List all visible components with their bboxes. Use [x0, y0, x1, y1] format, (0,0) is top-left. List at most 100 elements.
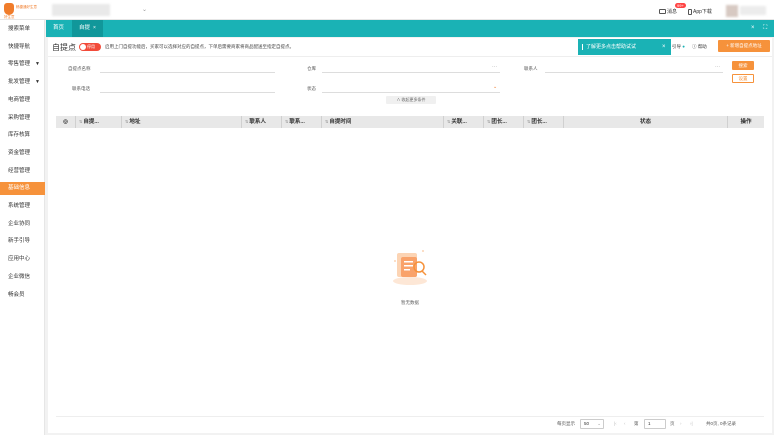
- column-header[interactable]: ⇅团长...: [524, 116, 564, 128]
- sidebar-item[interactable]: 电商管理: [0, 94, 45, 107]
- messages-badge: 99+: [675, 3, 686, 8]
- sidebar-item[interactable]: 搜索菜单: [0, 23, 45, 36]
- close-all-icon[interactable]: ×: [751, 20, 755, 37]
- add-pickup-button[interactable]: + 新增自提点地址: [718, 40, 770, 52]
- sidebar-item[interactable]: 经营管理: [0, 165, 45, 178]
- sidebar-item[interactable]: 企业协同: [0, 218, 45, 231]
- column-label: 团长...: [531, 119, 547, 125]
- divider: [56, 416, 764, 417]
- per-page-select[interactable]: 50 ⌄: [580, 419, 604, 429]
- sidebar-item[interactable]: 采购管理: [0, 112, 45, 125]
- chevron-down-icon[interactable]: ⌄: [493, 84, 497, 90]
- help-icon: ⓘ: [692, 44, 697, 49]
- sort-icon: ⇅: [245, 119, 249, 124]
- sidebar-item[interactable]: 零售管理 ▼: [0, 58, 45, 71]
- close-icon[interactable]: ×: [662, 39, 666, 55]
- sidebar-item-label: 电商管理: [8, 96, 31, 103]
- sidebar-item-label: 企业协同: [8, 220, 31, 227]
- logo[interactable]: 畅捷通好生意 好生意: [2, 1, 46, 19]
- sort-icon: ⇅: [285, 119, 289, 124]
- sidebar-item[interactable]: 批发管理 ▼: [0, 76, 45, 89]
- main-panel: 自提点 停用 启用上门自提功能后，买家可以选择对应的自提点，下单后需要商家将商品…: [48, 38, 772, 433]
- collapse-conditions-button[interactable]: ∧ 收起更多条件: [386, 96, 436, 104]
- column-label: 地址: [129, 119, 141, 125]
- column-header[interactable]: ⇅团长...: [484, 116, 524, 128]
- prev-page-icon[interactable]: ‹: [624, 421, 626, 426]
- enable-toggle[interactable]: 停用: [79, 43, 101, 51]
- avatar[interactable]: [726, 5, 738, 17]
- page-number-input[interactable]: 1: [644, 419, 666, 429]
- column-header[interactable]: ⇅联系人: [242, 116, 282, 128]
- phone-label: 联系电话: [72, 86, 90, 91]
- tab-pickup[interactable]: 自提 ×: [72, 20, 103, 37]
- phone-input[interactable]: [100, 85, 275, 93]
- page-suffix: 页: [670, 421, 675, 426]
- more-icon[interactable]: ···: [492, 64, 497, 70]
- phone-icon: [688, 8, 692, 15]
- sidebar-item[interactable]: 快捷导航: [0, 41, 45, 54]
- column-header[interactable]: ⇅地址: [122, 116, 242, 128]
- sidebar-item-label: 应用中心: [8, 256, 31, 263]
- sidebar-item[interactable]: 畅会员: [0, 289, 45, 302]
- tab-home[interactable]: 首页: [46, 20, 71, 37]
- status-label: 状态: [307, 86, 316, 91]
- messages-button[interactable]: 消息: [659, 8, 677, 15]
- guide-link[interactable]: 引导 ●: [672, 44, 685, 50]
- column-label: 关联...: [451, 119, 467, 125]
- app-download-label: App下载: [693, 9, 712, 15]
- chevron-down-icon[interactable]: ⌄: [142, 6, 147, 13]
- help-link[interactable]: ⓘ 帮助: [692, 44, 707, 50]
- sidebar-item[interactable]: 应用中心: [0, 253, 45, 266]
- company-selector[interactable]: [52, 4, 110, 16]
- guide-banner: 了解更多点击帮助试试 ×: [578, 39, 671, 55]
- close-tab-icon[interactable]: ×: [93, 25, 96, 31]
- sidebar: 搜索菜单快捷导航零售管理 ▼ 批发管理 ▼ 电商管理采购管理库存核算资金管理经营管理基础…: [0, 20, 45, 435]
- last-page-icon[interactable]: ›|: [690, 421, 693, 426]
- sort-icon: ⇅: [527, 119, 531, 124]
- user-name[interactable]: [740, 6, 766, 15]
- column-header[interactable]: ⇅自提...: [76, 116, 122, 128]
- divider: [48, 56, 772, 57]
- more-icon[interactable]: ···: [715, 64, 720, 70]
- sidebar-item[interactable]: 企业微信: [0, 271, 45, 284]
- tip-text: 启用上门自提功能后，买家可以选择对应的自提点，下单后需要商家将商品配送至指定自提…: [105, 44, 294, 49]
- top-header: 畅捷通好生意 好生意 ⌄ 消息 99+ App下载: [0, 0, 774, 20]
- sidebar-item[interactable]: 库存核算: [0, 129, 45, 142]
- app-download-button[interactable]: App下载: [688, 8, 712, 15]
- sidebar-item-label: 搜索菜单: [8, 26, 31, 32]
- settings-button[interactable]: 设置: [732, 74, 754, 83]
- status-select[interactable]: [322, 85, 500, 93]
- contact-label: 联系人: [524, 66, 538, 71]
- sidebar-item[interactable]: 新手引导: [0, 235, 45, 248]
- table-header: ◎ ⇅自提... ⇅地址 ⇅联系人 ⇅联系... ⇅自提时间 ⇅关联... ⇅团…: [56, 116, 764, 128]
- per-page-label: 每页显示: [557, 421, 575, 426]
- contact-input[interactable]: [545, 65, 723, 73]
- column-header[interactable]: 状态: [564, 116, 728, 128]
- sidebar-item[interactable]: 基础信息: [0, 182, 45, 196]
- name-input[interactable]: [100, 65, 275, 73]
- search-button[interactable]: 搜索: [732, 61, 754, 70]
- column-header: 操作: [740, 119, 752, 125]
- column-header[interactable]: ⇅关联...: [444, 116, 484, 128]
- page-prefix: 第: [634, 421, 639, 426]
- fullscreen-icon[interactable]: ⛶: [763, 20, 767, 37]
- sidebar-item-label: 采购管理: [8, 114, 31, 121]
- sort-icon: ⇅: [447, 119, 451, 124]
- sort-icon: ⇅: [79, 119, 83, 124]
- table-settings-icon[interactable]: ◎: [56, 116, 76, 128]
- warehouse-input[interactable]: [322, 65, 500, 73]
- tab-label: 首页: [53, 25, 65, 31]
- sidebar-item[interactable]: 系统管理: [0, 200, 45, 213]
- column-label: 联系...: [289, 119, 305, 125]
- column-header[interactable]: ⇅联系...: [282, 116, 322, 128]
- first-page-icon[interactable]: |‹: [614, 421, 617, 426]
- sort-icon: ⇅: [325, 119, 329, 124]
- column-header[interactable]: ⇅自提时间: [322, 116, 444, 128]
- logo-icon: [4, 3, 14, 15]
- next-page-icon[interactable]: ›: [680, 421, 682, 426]
- total-records: 共0页, 0条记录: [706, 421, 737, 426]
- sidebar-item-label: 系统管理: [8, 203, 31, 209]
- sidebar-item-label: 新手引导: [8, 238, 31, 245]
- warehouse-label: 仓库: [307, 66, 316, 71]
- sidebar-item[interactable]: 资金管理: [0, 147, 45, 160]
